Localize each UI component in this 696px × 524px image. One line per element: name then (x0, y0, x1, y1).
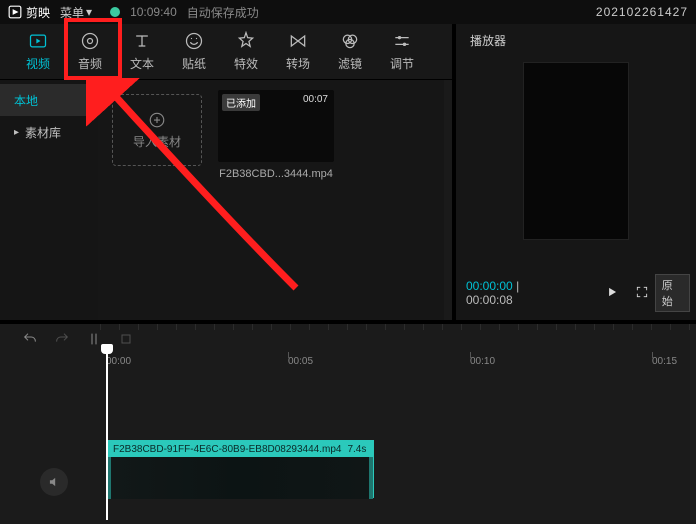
menu-dropdown[interactable]: 菜单 ▾ (60, 4, 92, 21)
video-preview[interactable] (523, 62, 629, 240)
video-icon (28, 31, 48, 51)
logo-icon (8, 5, 22, 19)
clip-header: F2B38CBD-91FF-4E6C-80B9-EB8D08293444.mp4… (107, 441, 373, 457)
autosave-status-dot (110, 7, 120, 17)
tab-adjust[interactable]: 调节 (376, 24, 428, 80)
tab-text[interactable]: 文本 (116, 24, 168, 80)
project-timestamp: 202102261427 (596, 5, 688, 19)
fullscreen-icon (635, 285, 649, 299)
split-icon (86, 331, 102, 347)
audio-icon (80, 31, 100, 51)
speaker-icon (47, 475, 61, 489)
tab-transition[interactable]: 转场 (272, 24, 324, 80)
track-mute-button[interactable] (40, 468, 68, 496)
clip-thumbnail: 已添加 00:07 (218, 90, 334, 162)
added-badge: 已添加 (222, 94, 260, 111)
plus-circle-icon (148, 111, 166, 129)
undo-icon (22, 331, 38, 347)
aspect-ratio-selector[interactable]: 原始 (655, 274, 690, 312)
play-button[interactable] (605, 285, 619, 302)
timeline-clip[interactable]: F2B38CBD-91FF-4E6C-80B9-EB8D08293444.mp4… (106, 440, 374, 498)
clip-filename: F2B38CBD...3444.mp4 (218, 168, 334, 180)
sticker-icon (184, 31, 204, 51)
delete-button[interactable] (118, 331, 134, 350)
filter-icon (340, 31, 360, 51)
tick: 00:00 (106, 356, 131, 367)
tick: 00:05 (288, 356, 313, 367)
text-icon (132, 31, 152, 51)
transition-icon (288, 31, 308, 51)
sidebar-item-library[interactable]: ▸ 素材库 (0, 116, 98, 148)
player-panel: 播放器 00:00:00 | 00:00:08 原始 (452, 24, 696, 320)
chevron-down-icon: ▾ (86, 5, 92, 19)
tab-audio[interactable]: 音频 (64, 24, 116, 80)
tab-video[interactable]: 视频 (12, 24, 64, 80)
adjust-icon (392, 31, 412, 51)
track-area[interactable]: F2B38CBD-91FF-4E6C-80B9-EB8D08293444.mp4… (0, 384, 696, 524)
tick: 00:10 (470, 356, 495, 367)
play-icon (605, 285, 619, 299)
import-media-button[interactable]: 导入素材 (112, 94, 202, 166)
player-time: 00:00:00 | 00:00:08 (466, 279, 566, 307)
ruler-ticks (100, 324, 696, 330)
app-logo: 剪映 (8, 4, 50, 21)
undo-button[interactable] (22, 331, 38, 350)
sidebar-item-local[interactable]: 本地 (0, 84, 98, 116)
fullscreen-button[interactable] (635, 285, 649, 302)
playhead[interactable] (106, 350, 108, 520)
effect-icon (236, 31, 256, 51)
app-name: 剪映 (26, 4, 50, 21)
chevron-right-icon: ▸ (14, 127, 19, 138)
tick: 00:15 (652, 356, 677, 367)
tab-sticker[interactable]: 贴纸 (168, 24, 220, 80)
clip-body (107, 457, 373, 499)
redo-icon (54, 331, 70, 347)
player-title: 播放器 (456, 24, 696, 56)
clip-duration: 00:07 (303, 94, 328, 105)
media-clip[interactable]: 已添加 00:07 F2B38CBD...3444.mp4 (218, 90, 334, 180)
timeline-ruler[interactable]: 00:00 00:05 00:10 00:15 (100, 356, 696, 378)
split-button[interactable] (86, 331, 102, 350)
delete-icon (118, 331, 134, 347)
top-bar: 剪映 菜单 ▾ 10:09:40 自动保存成功 202102261427 (0, 0, 696, 24)
media-panel: 导入素材 已添加 00:07 F2B38CBD...3444.mp4 (98, 80, 444, 320)
player-controls: 00:00:00 | 00:00:08 原始 (466, 274, 690, 312)
media-sidebar: 本地 ▸ 素材库 (0, 80, 98, 320)
tab-effect[interactable]: 特效 (220, 24, 272, 80)
autosave-time: 10:09:40 (130, 5, 177, 19)
redo-button[interactable] (54, 331, 70, 350)
autosave-text: 自动保存成功 (187, 4, 259, 21)
tab-filter[interactable]: 滤镜 (324, 24, 376, 80)
